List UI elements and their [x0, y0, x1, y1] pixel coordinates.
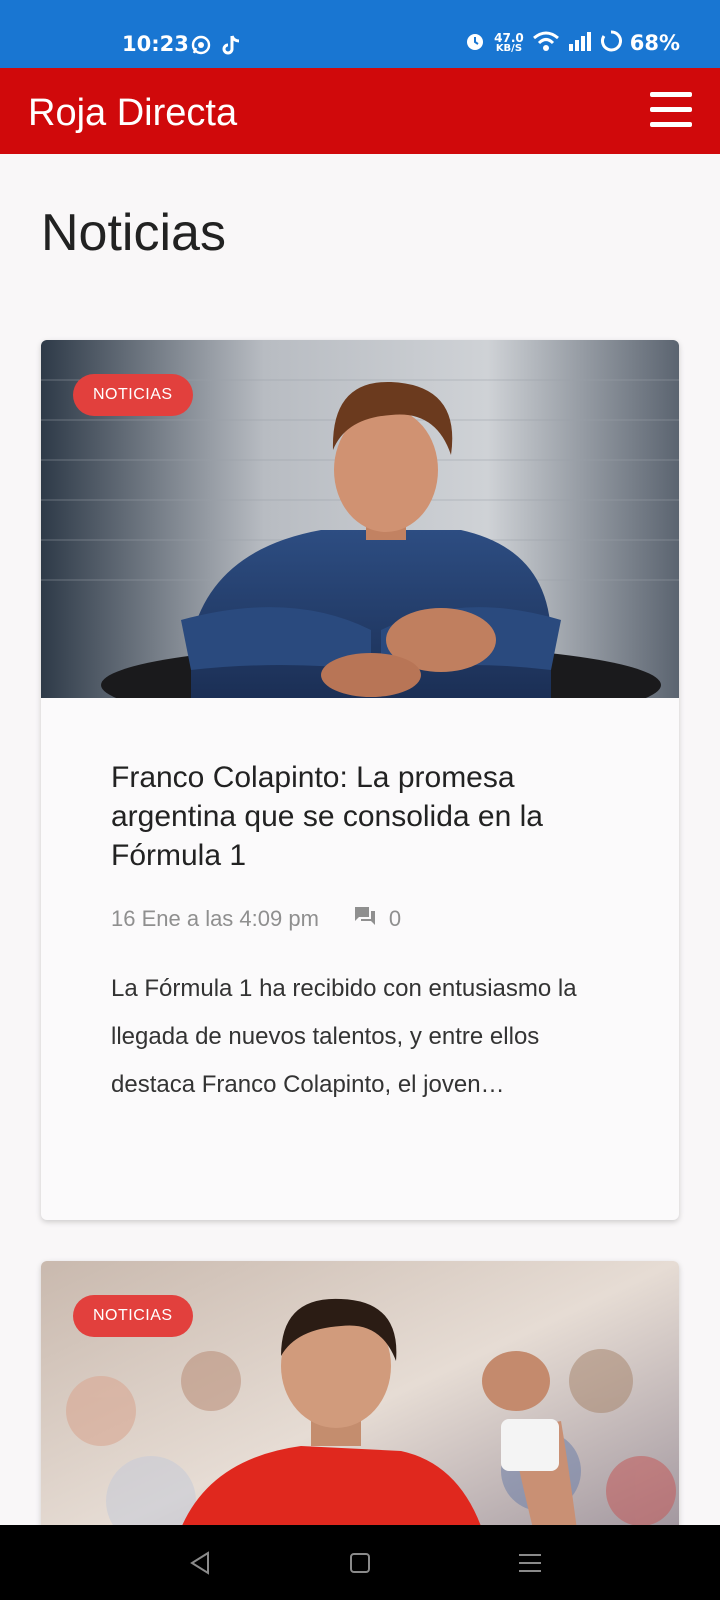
app-title[interactable]: Roja Directa	[28, 92, 237, 135]
battery-icon	[600, 30, 622, 56]
article-date: 16 Ene a las 4:09 pm	[111, 906, 319, 931]
hamburger-menu-icon[interactable]	[650, 92, 692, 128]
article-card[interactable]: NOTICIAS	[41, 1261, 679, 1561]
back-icon[interactable]	[180, 1547, 220, 1579]
status-time: 10:23	[122, 32, 189, 56]
tiktok-icon	[222, 34, 242, 60]
alarm-icon	[464, 30, 486, 56]
article-title[interactable]: Franco Colapinto: La promesa argentina q…	[111, 758, 609, 875]
comment-icon	[353, 905, 377, 933]
home-icon[interactable]	[340, 1547, 380, 1579]
whatsapp-icon	[190, 34, 212, 60]
recents-icon[interactable]	[510, 1547, 550, 1579]
network-speed: 47.0 KB/S	[494, 31, 524, 54]
article-meta: 16 Ene a las 4:09 pm 0	[111, 905, 609, 933]
status-bar: 10:23 47.0 KB/S 68%	[0, 0, 720, 68]
wifi-icon	[532, 30, 560, 56]
article-excerpt: La Fórmula 1 ha recibido con entusiasmo …	[111, 975, 577, 1098]
page-title: Noticias	[41, 204, 226, 262]
category-badge[interactable]: NOTICIAS	[73, 1295, 193, 1337]
category-badge[interactable]: NOTICIAS	[73, 374, 193, 416]
article-image[interactable]: NOTICIAS	[41, 340, 679, 698]
app-bar: Roja Directa	[0, 68, 720, 154]
signal-icon	[568, 31, 592, 55]
article-image[interactable]: NOTICIAS	[41, 1261, 679, 1561]
battery-percent: 68%	[629, 31, 680, 55]
navigation-bar	[0, 1525, 720, 1600]
comment-count[interactable]: 0	[389, 906, 401, 932]
article-card[interactable]: NOTICIAS Franco Colapinto: La promesa ar…	[41, 340, 679, 1220]
